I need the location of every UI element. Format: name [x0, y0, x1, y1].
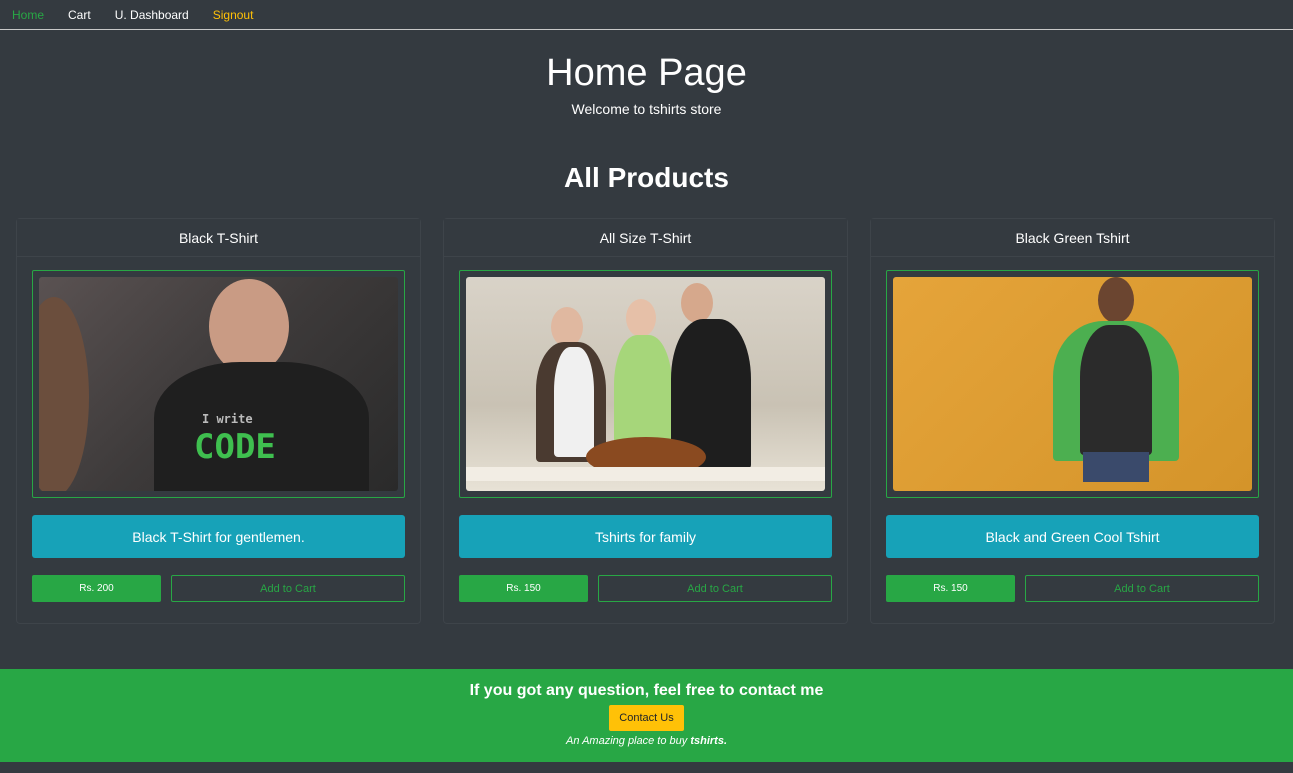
page-subtitle: Welcome to tshirts store [571, 101, 722, 117]
product-description: Tshirts for family [459, 515, 832, 558]
product-name: All Size T-Shirt [444, 219, 847, 257]
product-name: Black Green Tshirt [871, 219, 1274, 257]
shirt-print-big: CODE [194, 427, 276, 467]
product-image-frame: I write CODE [32, 270, 405, 498]
add-to-cart-button[interactable]: Add to Cart [1025, 575, 1259, 602]
add-to-cart-button[interactable]: Add to Cart [171, 575, 405, 602]
product-description: Black T-Shirt for gentlemen. [32, 515, 405, 558]
nav-signout-link[interactable]: Signout [213, 8, 254, 22]
nav-cart-link[interactable]: Cart [68, 8, 91, 22]
product-image[interactable] [893, 277, 1252, 491]
page-title: Home Page [546, 52, 747, 94]
nav-dashboard-link[interactable]: U. Dashboard [115, 8, 189, 22]
products-section-title: All Products [564, 162, 729, 193]
footer-tagline-text: An Amazing place to buy [565, 735, 688, 747]
product-price-badge: Rs. 200 [32, 575, 161, 602]
product-name: Black T-Shirt [17, 219, 420, 257]
footer-tagline-bold: tshirts. [690, 735, 728, 747]
footer: If you got any question, feel free to co… [0, 669, 1293, 762]
shirt-print-small: I write [202, 412, 253, 426]
product-card: All Size T-Shirt Tshirts for family Rs. … [443, 218, 848, 624]
product-image-frame [459, 270, 832, 498]
product-card: Black Green Tshirt Black and Green Cool … [870, 218, 1275, 624]
contact-us-button[interactable]: Contact Us [609, 705, 684, 731]
product-description: Black and Green Cool Tshirt [886, 515, 1259, 558]
navbar: Home Cart U. Dashboard Signout [0, 0, 1293, 30]
product-image[interactable] [466, 277, 825, 491]
product-price-badge: Rs. 150 [459, 575, 588, 602]
product-grid: Black T-Shirt I write CODE Black T-Shirt… [16, 218, 1275, 624]
add-to-cart-button[interactable]: Add to Cart [598, 575, 832, 602]
product-image[interactable]: I write CODE [39, 277, 398, 491]
hero-section: Home Page Welcome to tshirts store [0, 30, 1293, 117]
footer-tagline: An Amazing place to buy tshirts. [0, 735, 1293, 747]
nav-home-link[interactable]: Home [12, 8, 44, 22]
product-price-badge: Rs. 150 [886, 575, 1015, 602]
footer-heading: If you got any question, feel free to co… [469, 682, 824, 699]
product-image-frame [886, 270, 1259, 498]
product-card: Black T-Shirt I write CODE Black T-Shirt… [16, 218, 421, 624]
